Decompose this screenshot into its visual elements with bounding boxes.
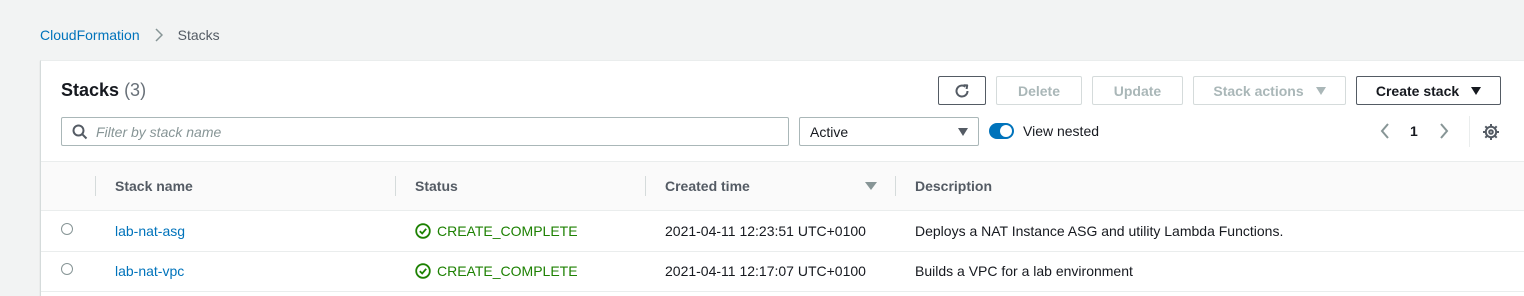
table-row[interactable]: lab-nat-vpc CREATE_COMPLETE 2021-04-11 1…: [41, 251, 1524, 292]
refresh-icon: [953, 82, 971, 100]
stack-actions-label: Stack actions: [1213, 82, 1304, 99]
chevron-right-icon[interactable]: [1437, 123, 1451, 139]
divider: [1469, 116, 1470, 147]
stack-actions-dropdown[interactable]: Stack actions: [1193, 76, 1346, 105]
column-header-status[interactable]: Status: [395, 162, 645, 210]
stack-name-link[interactable]: lab-nat-asg: [115, 211, 185, 251]
column-label: Created time: [665, 178, 750, 194]
status-text: CREATE_COMPLETE: [437, 223, 578, 239]
column-label: Status: [415, 178, 458, 194]
check-circle-icon: [415, 223, 431, 239]
breadcrumb-current: Stacks: [177, 27, 220, 43]
toggle-knob: [1000, 125, 1012, 137]
check-circle-icon: [415, 263, 431, 279]
created-time-cell: 2021-04-11 12:17:07 UTC+0100: [665, 263, 866, 279]
chevron-left-icon[interactable]: [1378, 123, 1392, 139]
status-filter-value: Active: [810, 123, 849, 140]
page-number[interactable]: 1: [1410, 123, 1418, 139]
search-input[interactable]: [94, 122, 778, 141]
breadcrumb-cloudformation-link[interactable]: CloudFormation: [40, 27, 140, 43]
table-header: Stack name Status Created time Descripti…: [41, 162, 1524, 211]
table-row[interactable]: lab-nat-asg CREATE_COMPLETE 2021-04-11 1…: [41, 211, 1524, 252]
row-select-radio[interactable]: [61, 263, 73, 275]
sort-descending-icon: [865, 182, 877, 190]
status-cell: CREATE_COMPLETE: [415, 251, 578, 291]
column-label: Description: [915, 178, 993, 194]
status-cell: CREATE_COMPLETE: [415, 211, 578, 251]
search-field[interactable]: [61, 117, 789, 146]
title-text: Stacks: [61, 80, 120, 100]
column-header-description[interactable]: Description: [895, 162, 1515, 210]
chevron-right-icon: [155, 26, 165, 44]
status-filter-select[interactable]: Active: [799, 117, 979, 146]
status-text: CREATE_COMPLETE: [437, 263, 578, 279]
description-cell: Deploys a NAT Instance ASG and utility L…: [915, 223, 1284, 239]
update-button[interactable]: Update: [1092, 76, 1183, 105]
stack-count: (3): [124, 80, 147, 100]
create-stack-dropdown[interactable]: Create stack: [1356, 76, 1501, 105]
stack-name-link[interactable]: lab-nat-vpc: [115, 251, 184, 291]
row-select-radio[interactable]: [61, 223, 73, 235]
breadcrumb: CloudFormation Stacks: [40, 26, 220, 44]
page-title: Stacks (3): [61, 80, 146, 101]
column-header-created-time[interactable]: Created time: [645, 162, 895, 210]
delete-button[interactable]: Delete: [996, 76, 1082, 105]
column-label: Stack name: [115, 178, 193, 194]
description-cell: Builds a VPC for a lab environment: [915, 263, 1133, 279]
refresh-button[interactable]: [938, 76, 986, 105]
column-header-stack-name[interactable]: Stack name: [95, 162, 395, 210]
view-nested-toggle[interactable]: [989, 123, 1014, 139]
search-icon: [72, 124, 88, 140]
caret-down-icon: [1315, 86, 1326, 95]
stacks-panel: Stacks (3) Delete Update Stack actions C…: [40, 60, 1524, 296]
view-nested-label: View nested: [1023, 123, 1100, 139]
create-stack-label: Create stack: [1375, 82, 1460, 99]
gear-icon[interactable]: [1482, 123, 1500, 141]
caret-down-icon: [958, 127, 968, 136]
panel-header: Stacks (3) Delete Update Stack actions C…: [41, 61, 1524, 162]
created-time-cell: 2021-04-11 12:23:51 UTC+0100: [665, 223, 866, 239]
caret-down-icon: [1471, 86, 1482, 95]
